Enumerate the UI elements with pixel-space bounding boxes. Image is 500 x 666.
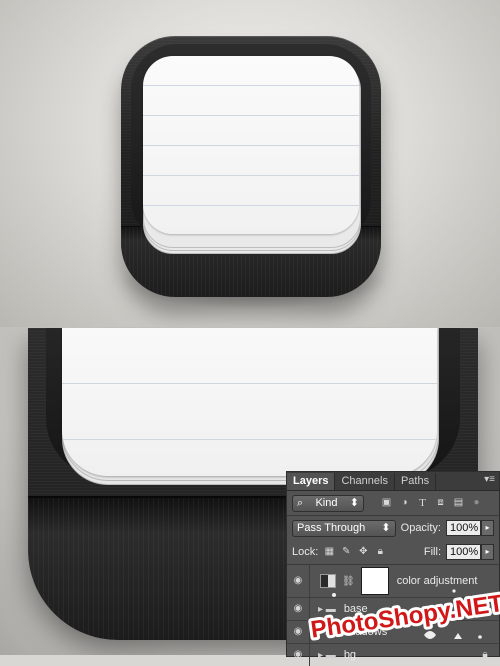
fill-slider-toggle[interactable]: ▸: [481, 544, 494, 560]
kind-filter-value: Kind: [315, 496, 338, 509]
blend-mode-value: Pass Through: [297, 521, 366, 534]
image-filter-icon[interactable]: ▣: [380, 497, 393, 509]
visibility-eye-icon[interactable]: ◉: [287, 598, 310, 620]
folder-expand-icon[interactable]: ▸ ▬: [318, 650, 336, 661]
icon-preview-full: [0, 0, 500, 328]
chevron-updown-icon: ⬍: [349, 496, 359, 509]
blend-row: Pass Through ⬍ Opacity: 100% ▸: [287, 516, 499, 540]
opacity-slider-toggle[interactable]: ▸: [481, 520, 494, 536]
panel-menu-icon[interactable]: ▾≡: [484, 475, 495, 485]
lock-row: Lock: ▦ ✎ ✥ 🔒︎ Fill: 100% ▸: [287, 540, 499, 564]
opacity-label: Opacity:: [400, 522, 441, 534]
visibility-eye-icon[interactable]: ◉: [287, 644, 310, 666]
filter-row: ⌕ Kind ⬍ ▣ ◑ T ⧈ ▤ ●: [287, 491, 499, 515]
layer-row[interactable]: ◉ ▸ ▬ bg 🔒︎: [287, 644, 499, 666]
blend-mode-select[interactable]: Pass Through ⬍: [292, 519, 396, 537]
type-filter-icon[interactable]: T: [416, 497, 429, 509]
visibility-eye-icon[interactable]: ◉: [287, 621, 310, 643]
smart-object-filter-icon[interactable]: ▤: [452, 497, 465, 509]
folder-expand-icon[interactable]: ▸ ▬: [318, 604, 336, 615]
adjustment-layer-icon: [320, 574, 336, 588]
layer-lock-icon: 🔒︎: [482, 649, 488, 660]
lock-transparency-icon[interactable]: ▦: [323, 546, 335, 558]
layer-name[interactable]: color adjustment: [397, 575, 478, 587]
kind-filter-select[interactable]: ⌕ Kind ⬍: [292, 494, 364, 512]
visibility-eye-icon[interactable]: ◉: [287, 565, 310, 597]
panel-tabs: Layers Channels Paths ▾≡: [287, 472, 499, 491]
layer-mask-thumbnail[interactable]: [360, 567, 389, 595]
fill-input[interactable]: 100%: [446, 544, 481, 560]
link-chain-icon[interactable]: ⛓: [342, 576, 355, 587]
folder-expand-icon[interactable]: ▸ ▬: [318, 627, 336, 638]
lock-all-icon[interactable]: 🔒︎: [374, 546, 386, 558]
opacity-input[interactable]: 100%: [446, 520, 481, 536]
fill-label: Fill:: [423, 546, 441, 558]
adjustment-filter-icon[interactable]: ◑: [398, 497, 411, 509]
filter-toggle-icon[interactable]: ●: [470, 497, 483, 509]
ruled-notepad-page: [143, 56, 359, 234]
tab-channels[interactable]: Channels: [335, 473, 395, 490]
layer-name[interactable]: shadows: [344, 626, 387, 638]
layer-name[interactable]: bg: [344, 649, 356, 661]
layer-name[interactable]: base: [344, 603, 368, 615]
zoomed-ruled-page: [62, 328, 437, 476]
lock-label: Lock:: [292, 546, 319, 558]
lock-image-icon[interactable]: ✎: [340, 546, 352, 558]
shape-filter-icon[interactable]: ⧈: [434, 497, 447, 509]
search-icon: ⌕: [297, 496, 304, 509]
chevron-updown-icon: ⬍: [381, 521, 391, 534]
tab-layers[interactable]: Layers: [287, 473, 336, 490]
layer-row[interactable]: ◉ ▸ ▬ shadows: [287, 621, 499, 644]
layer-row[interactable]: ◉ ▸ ▬ base: [287, 598, 499, 621]
layers-panel: Layers Channels Paths ▾≡ ⌕ Kind ⬍ ▣ ◑ T …: [286, 471, 500, 666]
lock-position-icon[interactable]: ✥: [357, 546, 369, 558]
layer-row[interactable]: ◉ ⛓ color adjustment: [287, 565, 499, 598]
tab-paths[interactable]: Paths: [395, 473, 437, 490]
